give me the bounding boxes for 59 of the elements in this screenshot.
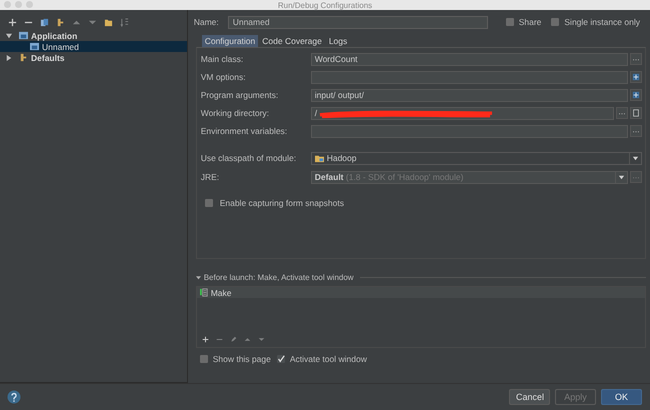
checkbox[interactable] [200, 355, 208, 363]
copy-icon[interactable] [40, 18, 49, 27]
module-dropdown[interactable]: Hadoop [310, 152, 642, 164]
input-field[interactable] [310, 70, 628, 84]
checkbox[interactable] [551, 18, 560, 26]
field-value: WordCount [314, 54, 358, 64]
section-title: Before launch: Make, Activate tool window [204, 272, 354, 282]
checkbox-label: Share [518, 17, 542, 27]
expand-icon [632, 91, 640, 99]
dropdown-arrow-icon [618, 174, 625, 180]
task-item[interactable]: Make [196, 287, 645, 298]
input-field[interactable]: WordCount [310, 52, 628, 66]
window-title: Run/Debug Configurations [278, 0, 372, 10]
tab[interactable]: Logs [326, 35, 350, 47]
checkbox[interactable] [506, 18, 514, 26]
browse-button[interactable] [630, 53, 642, 65]
name-label: Name: [194, 17, 220, 27]
name-field[interactable]: Unnamed [228, 16, 488, 28]
field-label: Working directory: [200, 108, 270, 118]
field-label: Program arguments: [200, 90, 280, 100]
checkbox[interactable] [276, 355, 285, 363]
checkbox[interactable] [204, 199, 213, 207]
macro-button[interactable] [630, 107, 642, 119]
dialog-button[interactable]: OK [601, 389, 642, 405]
input-field[interactable]: / [310, 106, 614, 120]
caret-icon[interactable] [6, 32, 12, 38]
add-icon[interactable] [8, 18, 17, 27]
add-icon[interactable] [202, 336, 209, 343]
checkbox-label: Show this page [212, 354, 271, 364]
tree-item[interactable]: Unnamed [0, 41, 187, 52]
tab[interactable]: Code Coverage [259, 35, 325, 47]
document-icon [632, 109, 640, 117]
field-label: JRE: [200, 172, 220, 182]
tree-item[interactable]: Defaults [0, 52, 187, 63]
tree-item[interactable]: Application [0, 30, 187, 41]
caret-icon[interactable] [6, 54, 12, 60]
build-icon [200, 288, 209, 297]
field-label: VM options: [200, 72, 247, 82]
field-value: input/ output/ [314, 90, 364, 100]
tab[interactable]: Configuration [202, 35, 258, 47]
expand-button[interactable] [630, 89, 642, 101]
browse-button[interactable] [630, 125, 642, 137]
checkbox-label: Single instance only [564, 17, 640, 27]
dialog-button[interactable]: Cancel [509, 389, 550, 405]
input-field[interactable] [310, 124, 628, 138]
checkbox-label: Enable capturing form snapshots [220, 198, 344, 208]
dropdown-arrow-icon [632, 154, 639, 162]
folder-icon[interactable] [104, 18, 113, 27]
input-field[interactable]: input/ output/ [310, 88, 628, 102]
field-label: Environment variables: [200, 126, 288, 136]
field-label: Main class: [200, 54, 244, 64]
help-icon[interactable] [7, 390, 21, 404]
field-value: / [314, 108, 318, 118]
expand-icon [632, 73, 640, 81]
expand-button[interactable] [630, 71, 642, 83]
field-label: Use classpath of module: [200, 153, 298, 163]
caret-icon[interactable] [196, 274, 201, 280]
checkbox-label: Activate tool window [290, 354, 367, 364]
folder-icon [314, 154, 324, 162]
